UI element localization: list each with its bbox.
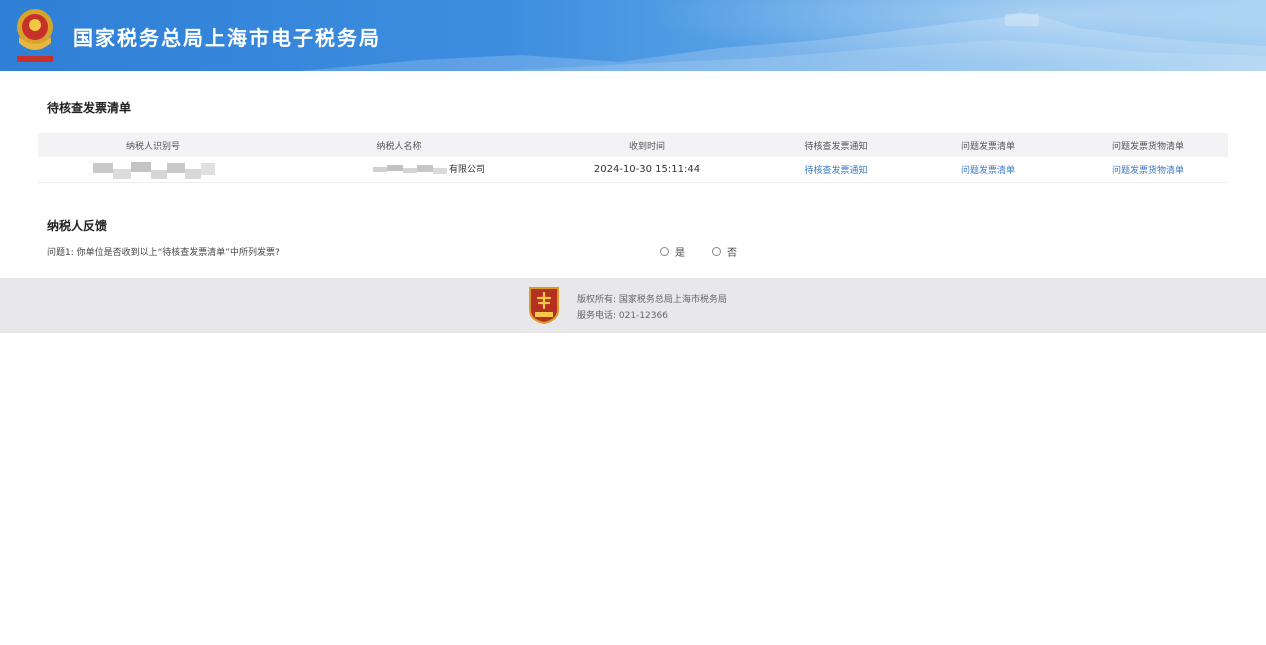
radio-option-yes[interactable]: 是 bbox=[660, 244, 685, 259]
col-notice: 待核查发票通知 bbox=[804, 141, 868, 152]
feedback-title: 纳税人反馈 bbox=[47, 219, 108, 233]
table-header-row: 纳税人识别号 纳税人名称 收到时间 待核查发票通知 问题发票清单 问题发票货物清… bbox=[38, 133, 1228, 157]
cell-taxpayer-name: 有限公司 bbox=[268, 162, 530, 177]
tax-emblem-logo bbox=[17, 9, 53, 62]
pending-invoices-table: 纳税人识别号 纳税人名称 收到时间 待核查发票通知 问题发票清单 问题发票货物清… bbox=[38, 133, 1228, 183]
pending-invoices-title: 待核查发票清单 bbox=[47, 101, 132, 115]
notice-link[interactable]: 待核查发票通知 bbox=[764, 163, 908, 176]
taxpayer-name-suffix: 有限公司 bbox=[448, 165, 485, 176]
radio-yes-circle[interactable] bbox=[660, 247, 669, 256]
radio-no-circle[interactable] bbox=[712, 247, 721, 256]
radio-yes-label: 是 bbox=[675, 248, 685, 259]
redacted-taxpayer-id bbox=[93, 161, 215, 179]
col-taxpayer-id: 纳税人识别号 bbox=[125, 141, 180, 152]
cell-taxpayer-id bbox=[38, 159, 268, 181]
redacted-taxpayer-name bbox=[372, 164, 447, 174]
cell-received-time: 2024-10-30 15:11:44 bbox=[593, 164, 701, 175]
table-row: 有限公司 2024-10-30 15:11:44 待核查发票通知 问题发票清单 … bbox=[38, 157, 1228, 183]
goods-list-link[interactable]: 问题发票货物清单 bbox=[1068, 163, 1228, 176]
col-received-time: 收到时间 bbox=[628, 141, 665, 152]
footer-copyright: 版权所有: 国家税务总局上海市税务局 bbox=[577, 295, 727, 305]
footer-phone: 服务电话: 021-12366 bbox=[577, 311, 668, 321]
col-goods-list: 问题发票货物清单 bbox=[1111, 141, 1184, 152]
col-problem-list: 问题发票清单 bbox=[960, 141, 1015, 152]
feedback-question: 问题1: 你单位是否收到以上“待核查发票清单”中所列发票? bbox=[47, 248, 280, 258]
site-title: 国家税务总局上海市电子税务局 bbox=[73, 26, 381, 50]
site-footer: 版权所有: 国家税务总局上海市税务局 服务电话: 021-12366 bbox=[0, 278, 1266, 333]
radio-no-label: 否 bbox=[727, 248, 737, 259]
great-wall-banner-image bbox=[300, 12, 1266, 71]
col-taxpayer-name: 纳税人名称 bbox=[376, 141, 422, 152]
radio-option-no[interactable]: 否 bbox=[712, 244, 737, 259]
party-badge-icon bbox=[529, 287, 559, 324]
site-header: 国家税务总局上海市电子税务局 bbox=[0, 0, 1266, 71]
problem-list-link[interactable]: 问题发票清单 bbox=[908, 163, 1068, 176]
